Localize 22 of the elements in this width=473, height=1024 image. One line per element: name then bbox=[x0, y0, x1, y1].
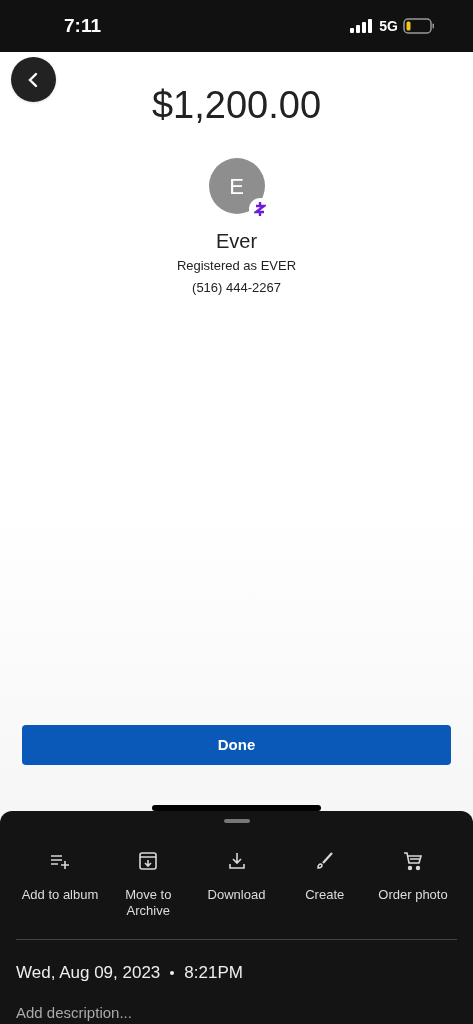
description-field[interactable]: Add description... bbox=[16, 1001, 457, 1024]
signal-icon bbox=[350, 19, 375, 33]
photo-date: Wed, Aug 09, 2023 bbox=[16, 962, 161, 984]
done-button[interactable]: Done bbox=[22, 725, 451, 765]
recipient-name: Ever bbox=[215, 229, 258, 254]
registered-text: Registered as EVER bbox=[176, 257, 297, 275]
amount: $1,200.00 bbox=[151, 83, 322, 128]
action-button[interactable]: Create bbox=[282, 849, 367, 919]
photo-time: 8:21PM bbox=[184, 962, 243, 984]
clock: 7:11 bbox=[64, 13, 101, 38]
phone-number: (516) 444-2267 bbox=[192, 278, 281, 297]
action-button[interactable]: Move to Archive bbox=[106, 849, 191, 919]
zelle-icon bbox=[253, 201, 266, 217]
avatar: E bbox=[208, 158, 265, 214]
drag-handle[interactable] bbox=[223, 819, 250, 823]
action-button[interactable]: Add to album bbox=[18, 849, 102, 919]
back-button[interactable] bbox=[11, 57, 56, 102]
cart-icon bbox=[401, 849, 425, 873]
battery-icon bbox=[403, 18, 435, 34]
network-label: 5G bbox=[379, 16, 398, 36]
action-button[interactable]: Order photo bbox=[371, 849, 455, 919]
action-button[interactable]: Download bbox=[194, 849, 279, 919]
